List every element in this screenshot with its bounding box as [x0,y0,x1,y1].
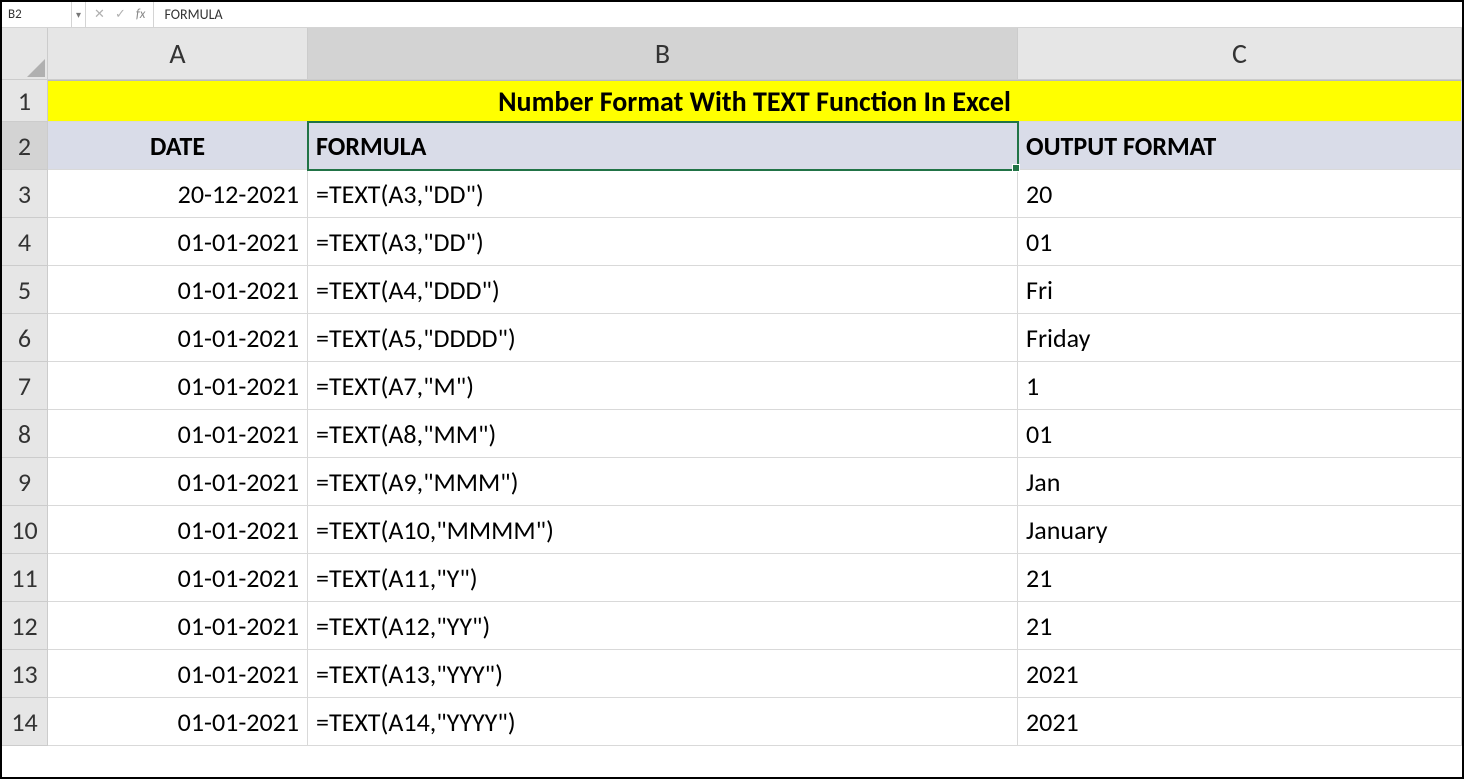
row-header-9[interactable]: 9 [2,458,48,506]
col-header-c[interactable]: C [1018,28,1462,80]
fx-icon[interactable]: fx [136,7,146,22]
cell-b12[interactable]: =TEXT(A12,"YY") [308,602,1018,650]
cell-a4[interactable]: 01-01-2021 [48,218,308,266]
cell-a12[interactable]: 01-01-2021 [48,602,308,650]
row-header-3[interactable]: 3 [2,170,48,218]
cell-c14[interactable]: 2021 [1018,698,1462,746]
cell-a6[interactable]: 01-01-2021 [48,314,308,362]
cell-b5[interactable]: =TEXT(A4,"DDD") [308,266,1018,314]
col-header-b[interactable]: B [308,28,1018,80]
cell-b13[interactable]: =TEXT(A13,"YYY") [308,650,1018,698]
cell-a8[interactable]: 01-01-2021 [48,410,308,458]
cell-a10[interactable]: 01-01-2021 [48,506,308,554]
confirm-icon[interactable]: ✓ [115,7,126,22]
cell-a14[interactable]: 01-01-2021 [48,698,308,746]
row-header-1[interactable]: 1 [2,80,48,122]
cell-c10[interactable]: January [1018,506,1462,554]
cell-c3[interactable]: 20 [1018,170,1462,218]
name-box[interactable]: B2 [2,2,72,27]
cell-c6[interactable]: Friday [1018,314,1462,362]
row-header-7[interactable]: 7 [2,362,48,410]
row-header-8[interactable]: 8 [2,410,48,458]
row-header-2[interactable]: 2 [2,122,48,170]
cell-c4[interactable]: 01 [1018,218,1462,266]
cell-b8[interactable]: =TEXT(A8,"MM") [308,410,1018,458]
title-cell[interactable]: Number Format With TEXT Function In Exce… [48,80,1462,122]
cell-b3[interactable]: =TEXT(A3,"DD") [308,170,1018,218]
cell-b2[interactable]: FORMULA [308,122,1018,170]
row-header-6[interactable]: 6 [2,314,48,362]
formula-bar: B2 ▾ ✕ ✓ fx FORMULA [2,2,1462,28]
cell-b10[interactable]: =TEXT(A10,"MMMM") [308,506,1018,554]
row-header-12[interactable]: 12 [2,602,48,650]
cell-a3[interactable]: 20-12-2021 [48,170,308,218]
row-header-11[interactable]: 11 [2,554,48,602]
cell-b14[interactable]: =TEXT(A14,"YYYY") [308,698,1018,746]
cell-c2[interactable]: OUTPUT FORMAT [1018,122,1462,170]
cell-a9[interactable]: 01-01-2021 [48,458,308,506]
cell-a5[interactable]: 01-01-2021 [48,266,308,314]
cell-a11[interactable]: 01-01-2021 [48,554,308,602]
name-box-dropdown-icon[interactable]: ▾ [72,2,86,27]
cell-c13[interactable]: 2021 [1018,650,1462,698]
cell-a7[interactable]: 01-01-2021 [48,362,308,410]
cell-c11[interactable]: 21 [1018,554,1462,602]
cell-c7[interactable]: 1 [1018,362,1462,410]
cell-c12[interactable]: 21 [1018,602,1462,650]
cancel-icon[interactable]: ✕ [94,7,105,22]
row-header-14[interactable]: 14 [2,698,48,746]
row-header-13[interactable]: 13 [2,650,48,698]
formula-bar-actions: ✕ ✓ fx [86,2,154,27]
cell-b9[interactable]: =TEXT(A9,"MMM") [308,458,1018,506]
cell-c5[interactable]: Fri [1018,266,1462,314]
cell-b6[interactable]: =TEXT(A5,"DDDD") [308,314,1018,362]
row-header-4[interactable]: 4 [2,218,48,266]
cell-c9[interactable]: Jan [1018,458,1462,506]
row-header-5[interactable]: 5 [2,266,48,314]
cell-b7[interactable]: =TEXT(A7,"M") [308,362,1018,410]
formula-bar-input[interactable]: FORMULA [154,2,1462,27]
spreadsheet-grid: A B C 1 Number Format With TEXT Function… [2,28,1462,746]
cell-c8[interactable]: 01 [1018,410,1462,458]
cell-b11[interactable]: =TEXT(A11,"Y") [308,554,1018,602]
cell-b4[interactable]: =TEXT(A3,"DD") [308,218,1018,266]
cell-a13[interactable]: 01-01-2021 [48,650,308,698]
cell-a2[interactable]: DATE [48,122,308,170]
row-header-10[interactable]: 10 [2,506,48,554]
col-header-a[interactable]: A [48,28,308,80]
select-all-corner[interactable] [2,28,48,80]
